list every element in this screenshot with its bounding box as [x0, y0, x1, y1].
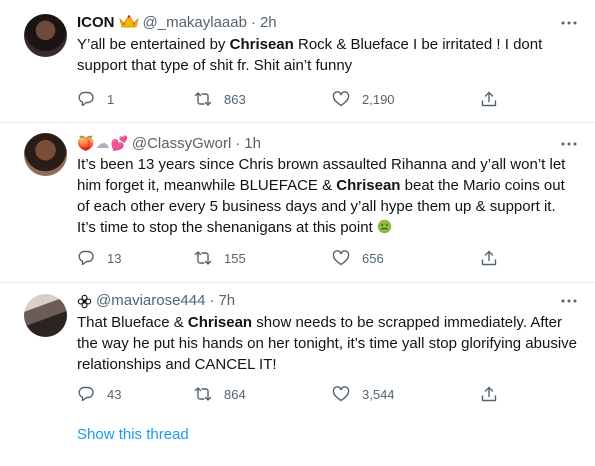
tweet-actions: 13 155 656 [77, 248, 517, 268]
like-button[interactable]: 3,544 [332, 384, 395, 404]
avatar[interactable] [24, 14, 67, 57]
reply-count: 13 [107, 250, 122, 266]
reply-icon [77, 90, 95, 108]
handle[interactable]: @ClassyGworl [132, 135, 231, 152]
retweet-icon [194, 385, 212, 403]
tweet-text: It’s been 13 years since Chris brown ass… [77, 154, 577, 238]
dot-separator: · [250, 13, 256, 31]
more-icon[interactable] [560, 292, 578, 310]
reply-button[interactable]: 43 [77, 384, 121, 404]
tweet-actions: 43 864 3,544 [77, 384, 517, 404]
highlighted-term: Chrisean [187, 314, 253, 331]
tweet-text: That Blueface & Chrisean show needs to b… [77, 312, 577, 375]
retweet-count: 863 [224, 91, 246, 107]
dot-separator: · [209, 291, 215, 309]
reply-button[interactable]: 1 [77, 89, 114, 109]
share-icon [480, 249, 498, 267]
retweet-button[interactable]: 864 [194, 384, 246, 404]
retweet-count: 864 [224, 386, 246, 402]
share-button[interactable] [480, 248, 498, 268]
tweet-divider [0, 282, 595, 283]
dot-separator: · [235, 134, 241, 152]
retweet-button[interactable]: 863 [194, 89, 246, 109]
tweet-header: 🍑 ☁ 💕 @ClassyGworl · 1h [77, 133, 261, 153]
more-icon[interactable] [560, 14, 578, 32]
retweet-count: 155 [224, 250, 246, 266]
crown-icon [118, 15, 139, 29]
tweet-actions: 1 863 2,190 [77, 89, 517, 109]
show-thread-link[interactable]: Show this thread [77, 426, 189, 443]
like-count: 656 [362, 250, 384, 266]
avatar[interactable] [24, 294, 67, 337]
timestamp[interactable]: 2h [260, 14, 277, 31]
timestamp[interactable]: 1h [244, 135, 261, 152]
highlighted-term: Chrisean [229, 36, 294, 53]
emoji-hearts-icon: 💕 [110, 135, 128, 151]
reply-icon [77, 385, 95, 403]
share-icon [480, 90, 498, 108]
reply-count: 43 [107, 386, 122, 402]
retweet-icon [194, 249, 212, 267]
reply-button[interactable]: 13 [77, 248, 121, 268]
tweet-text: Y’all be entertained by Chrisean Rock & … [77, 34, 577, 76]
tweet-header: ICON @_makaylaaab · 2h [77, 12, 277, 32]
flower-icon [77, 294, 92, 309]
avatar[interactable] [24, 133, 67, 176]
share-button[interactable] [480, 384, 498, 404]
share-icon [480, 385, 498, 403]
heart-icon [332, 385, 350, 403]
highlighted-term: Chrisean [336, 177, 401, 194]
emoji-peach-icon: 🍑 [77, 135, 95, 151]
emoji-cloud-icon: ☁ [95, 135, 110, 151]
tweet-divider [0, 122, 595, 123]
text-segment: That Blueface & [77, 314, 188, 331]
like-count: 2,190 [362, 91, 395, 107]
nauseated-face-icon [377, 219, 392, 234]
reply-count: 1 [107, 91, 115, 107]
heart-icon [332, 249, 350, 267]
more-icon[interactable] [560, 135, 578, 153]
retweet-icon [194, 90, 212, 108]
handle[interactable]: @_makaylaaab [143, 14, 247, 31]
like-button[interactable]: 2,190 [332, 89, 395, 109]
share-button[interactable] [480, 89, 498, 109]
handle[interactable]: @maviarose444 [96, 292, 205, 309]
tweet-header: @maviarose444 · 7h [77, 290, 235, 310]
retweet-button[interactable]: 155 [194, 248, 246, 268]
timestamp[interactable]: 7h [218, 292, 235, 309]
like-button[interactable]: 656 [332, 248, 384, 268]
text-segment: Y’all be entertained by [77, 36, 230, 53]
display-name[interactable]: ICON [77, 14, 115, 31]
like-count: 3,544 [362, 386, 395, 402]
heart-icon [332, 90, 350, 108]
reply-icon [77, 249, 95, 267]
